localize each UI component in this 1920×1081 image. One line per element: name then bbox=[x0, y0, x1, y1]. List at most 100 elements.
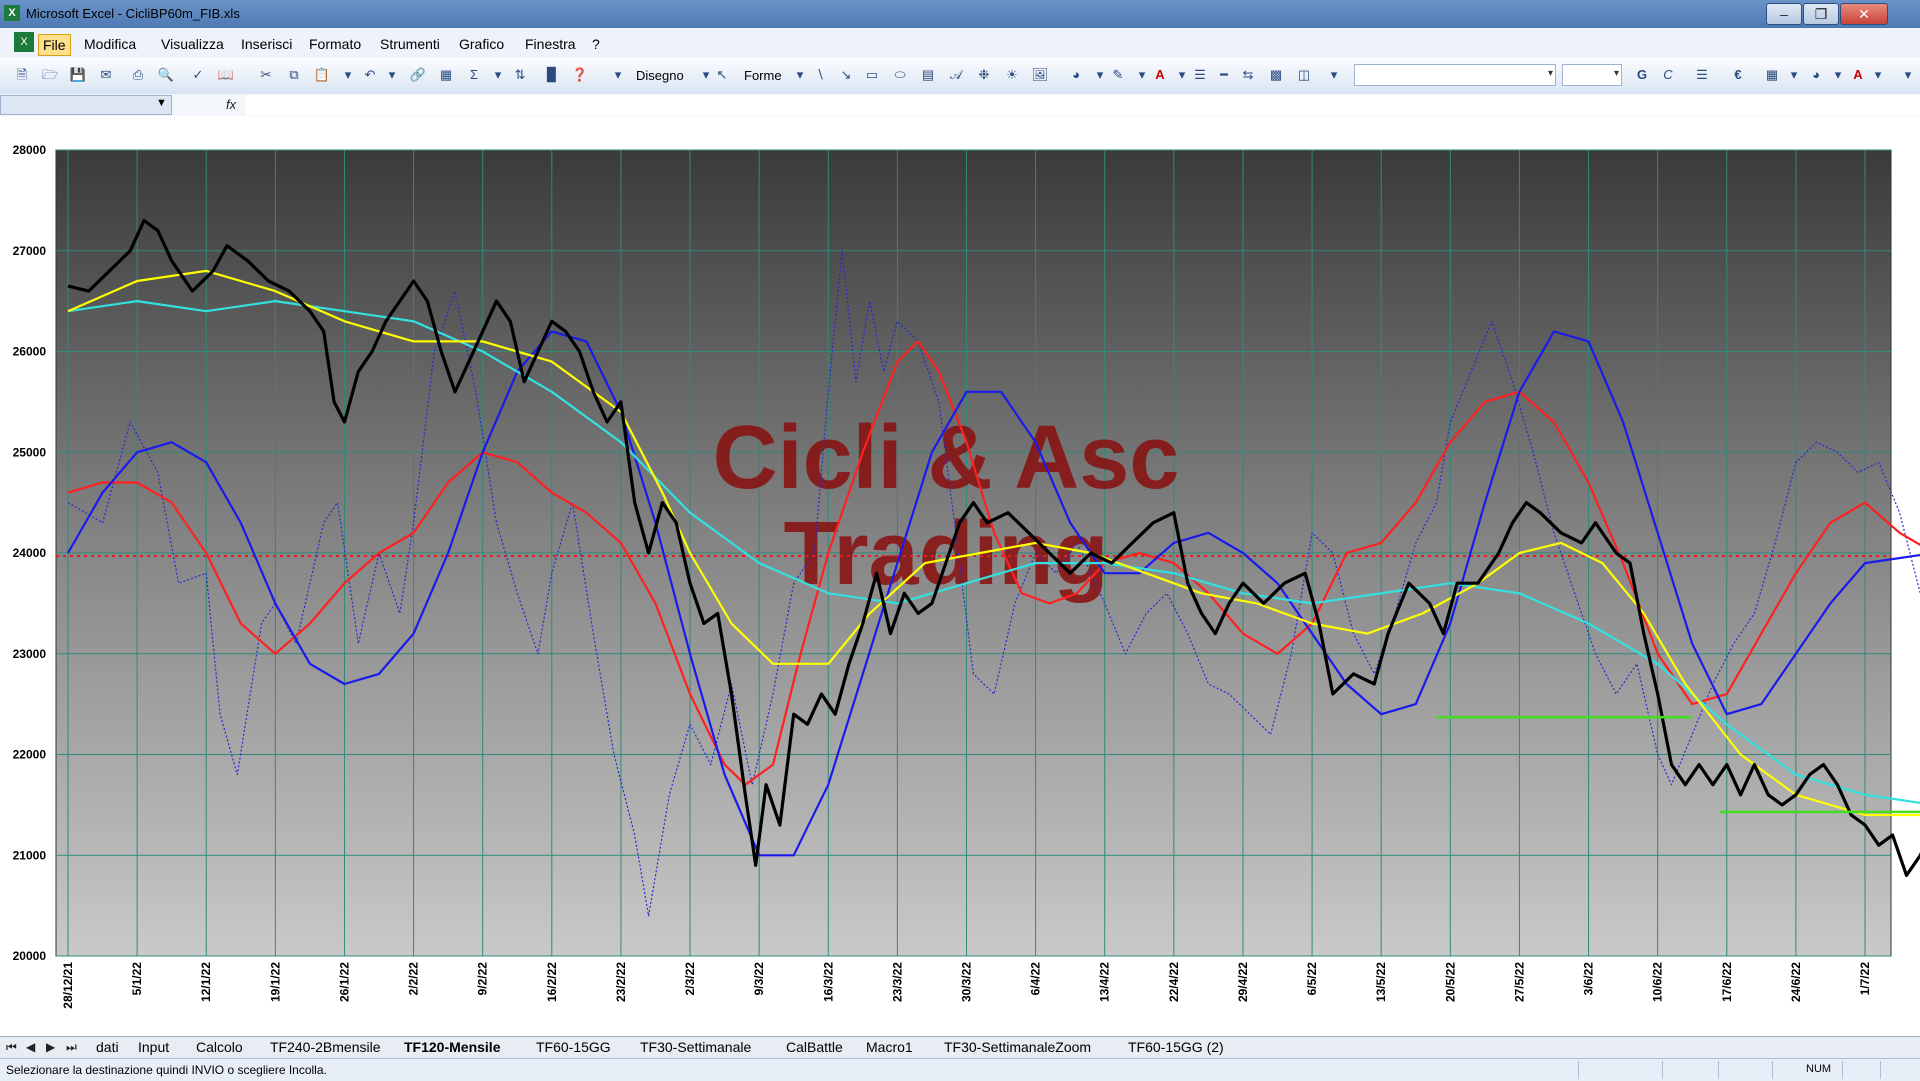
fill-color-icon[interactable]: ◕ bbox=[1066, 66, 1086, 84]
arrow-icon[interactable]: ↘ bbox=[836, 66, 856, 84]
font-color-icon[interactable]: A bbox=[1150, 66, 1170, 84]
menu-inserisci[interactable]: Inserisci bbox=[237, 34, 296, 54]
cut-icon[interactable]: ✂ bbox=[256, 66, 276, 84]
oval-icon[interactable]: ⬭ bbox=[890, 66, 910, 84]
borders-icon[interactable]: ▦ bbox=[1762, 66, 1782, 84]
copy-icon[interactable]: ⧉ bbox=[284, 66, 304, 84]
sort-icon[interactable]: ⇅ bbox=[510, 66, 530, 84]
menu-modifica[interactable]: Modifica bbox=[80, 34, 140, 54]
shapes-dropdown-icon[interactable]: ▾ bbox=[790, 66, 810, 84]
wordart-icon[interactable]: 𝒜 bbox=[946, 66, 966, 84]
name-box-dropdown-icon[interactable]: ▼ bbox=[156, 97, 167, 109]
tab-tf60-15gg-2[interactable]: TF60-15GG (2) bbox=[1128, 1039, 1224, 1055]
tab-tf30-settimanalezoom[interactable]: TF30-SettimanaleZoom bbox=[944, 1039, 1091, 1055]
prev-sheet-icon[interactable]: ◀ bbox=[26, 1040, 35, 1054]
x-tick-label: 9/2/22 bbox=[476, 962, 490, 996]
cell-fill-icon[interactable]: ◕ bbox=[1806, 66, 1826, 84]
tab-tf30-settimanale[interactable]: TF30-Settimanale bbox=[640, 1039, 751, 1055]
align-icon[interactable]: ☰ bbox=[1692, 66, 1712, 84]
cell-fill-dropdown-icon[interactable]: ▾ bbox=[1828, 66, 1848, 84]
fill-color-dropdown-icon[interactable]: ▾ bbox=[1090, 66, 1110, 84]
menu-file[interactable]: File bbox=[38, 34, 71, 56]
minimize-button[interactable]: – bbox=[1766, 3, 1802, 25]
draw-menu[interactable]: Disegno bbox=[636, 68, 684, 83]
toolbar-options-icon[interactable]: ▾ bbox=[608, 66, 628, 84]
restore-button[interactable]: ❐ bbox=[1803, 3, 1839, 25]
chart-area[interactable]: Cicli & Asc Trading 20000 21000 22000 23000 2… bbox=[0, 116, 1920, 1036]
font-size-select[interactable]: ▾ bbox=[1562, 64, 1622, 86]
y-tick-label: 21000 bbox=[13, 848, 47, 862]
workbook-icon[interactable]: X bbox=[14, 32, 34, 52]
menu-formato[interactable]: Formato bbox=[305, 34, 365, 54]
menu-finestra[interactable]: Finestra bbox=[521, 34, 580, 54]
borders-dropdown-icon[interactable]: ▾ bbox=[1784, 66, 1804, 84]
tab-calbattle[interactable]: CalBattle bbox=[786, 1039, 843, 1055]
name-box[interactable] bbox=[0, 95, 172, 115]
shadow-icon[interactable]: ▩ bbox=[1266, 66, 1286, 84]
autosum-dropdown-icon[interactable]: ▾ bbox=[488, 66, 508, 84]
text-color-dropdown-icon[interactable]: ▾ bbox=[1868, 66, 1888, 84]
x-tick-label: 20/5/22 bbox=[1443, 962, 1457, 1002]
hyperlink-icon[interactable]: 🔗 bbox=[408, 66, 428, 84]
3d-icon[interactable]: ◫ bbox=[1294, 66, 1314, 84]
next-sheet-icon[interactable]: ▶ bbox=[46, 1040, 55, 1054]
diagram-icon[interactable]: ❉ bbox=[974, 66, 994, 84]
close-button[interactable]: ✕ bbox=[1840, 3, 1888, 25]
shapes-menu[interactable]: Forme bbox=[744, 68, 782, 83]
research-icon[interactable]: 📖 bbox=[216, 66, 236, 84]
menu-strumenti[interactable]: Strumenti bbox=[376, 34, 444, 54]
x-tick-label: 19/1/22 bbox=[268, 962, 282, 1002]
line-style-icon[interactable]: ☰ bbox=[1190, 66, 1210, 84]
rectangle-icon[interactable]: ▭ bbox=[862, 66, 882, 84]
bold-icon[interactable]: G bbox=[1632, 66, 1652, 84]
new-icon[interactable]: 🗎 bbox=[12, 66, 32, 84]
textbox-icon[interactable]: ▤ bbox=[918, 66, 938, 84]
tab-macro1[interactable]: Macro1 bbox=[866, 1039, 913, 1055]
tab-tf60-15gg[interactable]: TF60-15GG bbox=[536, 1039, 611, 1055]
line-icon[interactable]: ∖ bbox=[810, 66, 830, 84]
line-color-dropdown-icon[interactable]: ▾ bbox=[1132, 66, 1152, 84]
tab-tf120-mensile[interactable]: TF120-Mensile bbox=[404, 1039, 500, 1055]
fx-icon[interactable]: fx bbox=[226, 97, 236, 112]
save-icon[interactable]: 💾 bbox=[68, 66, 88, 84]
help-icon[interactable]: ❓ bbox=[570, 66, 590, 84]
open-icon[interactable]: 🗁 bbox=[40, 66, 60, 84]
chart-data-icon[interactable]: ▦ bbox=[436, 66, 456, 84]
chart-wizard-icon[interactable]: ▉ bbox=[542, 66, 562, 84]
euro-icon[interactable]: € bbox=[1728, 66, 1748, 84]
excel-app-icon[interactable]: X bbox=[4, 5, 20, 21]
select-objects-icon[interactable]: ↖ bbox=[712, 66, 732, 84]
price-cycles-chart[interactable]: Cicli & AscTrading 200002100022000230002… bbox=[0, 116, 1920, 1036]
tab-dati[interactable]: dati bbox=[96, 1039, 119, 1055]
title-bar: X Microsoft Excel - CicliBP60m_FIB.xls –… bbox=[0, 0, 1920, 28]
menu-visualizza[interactable]: Visualizza bbox=[157, 34, 228, 54]
chart-objects-select[interactable]: ▾ bbox=[1354, 64, 1556, 86]
undo-dropdown-icon[interactable]: ▾ bbox=[382, 66, 402, 84]
text-color-icon[interactable]: A bbox=[1848, 66, 1868, 84]
dash-style-icon[interactable]: ━ bbox=[1214, 66, 1234, 84]
print-preview-icon[interactable]: 🔍 bbox=[156, 66, 176, 84]
paste-dropdown-icon[interactable]: ▾ bbox=[338, 66, 358, 84]
toolbar-options-2-icon[interactable]: ▾ bbox=[1324, 66, 1344, 84]
menu-grafico[interactable]: Grafico bbox=[455, 34, 508, 54]
spelling-icon[interactable]: ✓ bbox=[188, 66, 208, 84]
paste-icon[interactable]: 📋 bbox=[312, 66, 332, 84]
autosum-icon[interactable]: Σ bbox=[464, 66, 484, 84]
arrow-style-icon[interactable]: ⇆ bbox=[1238, 66, 1258, 84]
font-color-dropdown-icon[interactable]: ▾ bbox=[1172, 66, 1192, 84]
tab-tf240-2bmensile[interactable]: TF240-2Bmensile bbox=[270, 1039, 381, 1055]
clipart-icon[interactable]: ☀ bbox=[1002, 66, 1022, 84]
italic-icon[interactable]: C bbox=[1658, 66, 1678, 84]
permission-icon[interactable]: ✉ bbox=[96, 66, 116, 84]
menu-help[interactable]: ? bbox=[588, 34, 604, 54]
first-sheet-icon[interactable]: ⏮ bbox=[6, 1040, 17, 1055]
toolbar-options-3-icon[interactable]: ▾ bbox=[1898, 66, 1918, 84]
print-icon[interactable]: ⎙ bbox=[128, 66, 148, 84]
last-sheet-icon[interactable]: ⏭ bbox=[66, 1040, 77, 1055]
undo-icon[interactable]: ↶ bbox=[360, 66, 380, 84]
line-color-icon[interactable]: ✎ bbox=[1108, 66, 1128, 84]
formula-input[interactable] bbox=[246, 95, 1920, 115]
picture-icon[interactable]: 🖼 bbox=[1030, 66, 1050, 84]
tab-input[interactable]: Input bbox=[138, 1039, 169, 1055]
tab-calcolo[interactable]: Calcolo bbox=[196, 1039, 243, 1055]
